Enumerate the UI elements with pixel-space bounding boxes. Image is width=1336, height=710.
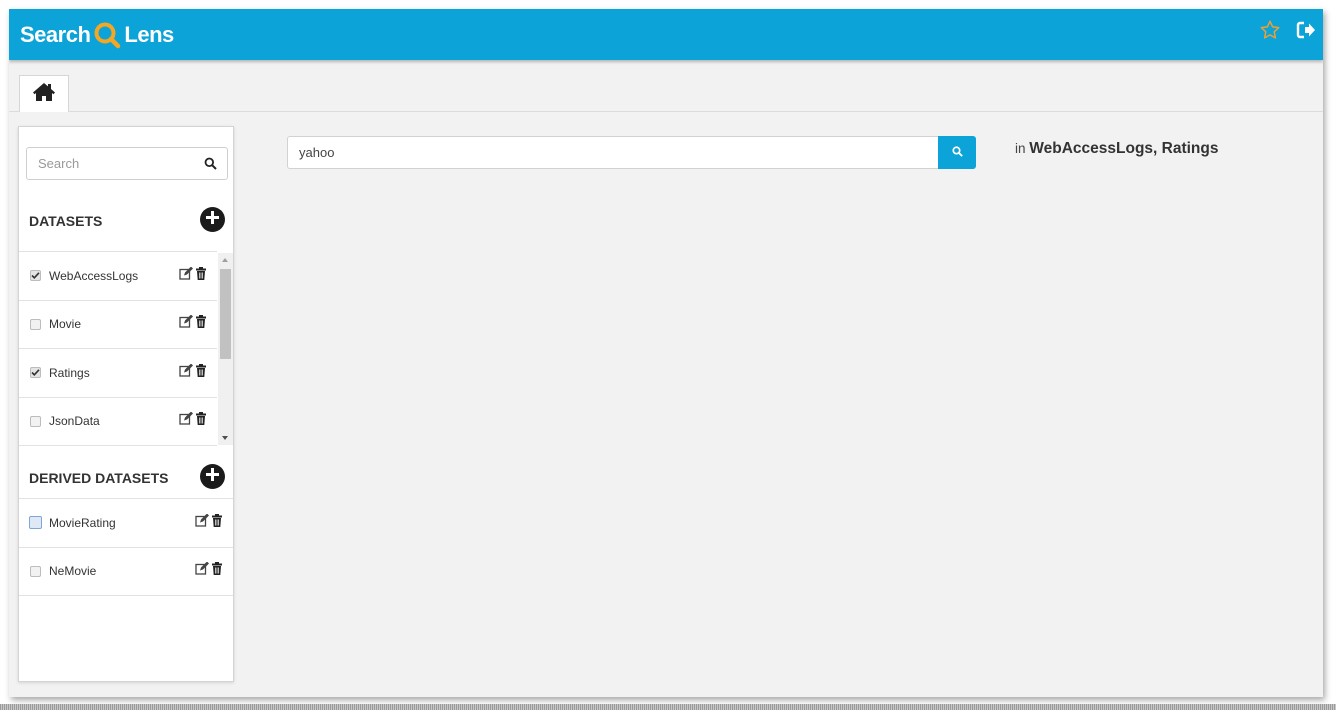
main-search-input[interactable] — [287, 136, 938, 169]
trash-icon[interactable] — [195, 266, 207, 285]
main-search-bar — [287, 136, 977, 169]
trash-icon[interactable] — [195, 363, 207, 382]
brand-text-lens: Lens — [124, 22, 174, 47]
dataset-checkbox[interactable] — [30, 270, 41, 282]
home-icon — [32, 82, 56, 107]
search-scope-datasets: WebAccessLogs, Ratings — [1029, 140, 1219, 157]
edit-icon[interactable] — [179, 411, 193, 430]
sidebar-search-input[interactable] — [27, 148, 197, 179]
sidebar-search — [26, 147, 228, 180]
list-item-dataset[interactable]: JsonData — [19, 398, 217, 446]
search-icon — [951, 144, 963, 162]
edit-icon[interactable] — [179, 363, 193, 382]
dataset-label: JsonData — [49, 414, 100, 429]
derived-dataset-actions — [195, 513, 223, 532]
scroll-up-arrow-icon[interactable] — [222, 258, 228, 262]
derived-dataset-checkbox[interactable] — [29, 516, 42, 530]
plus-icon — [206, 210, 219, 229]
dataset-actions — [179, 266, 207, 285]
derived-datasets-title: DERIVED DATASETS — [29, 470, 169, 486]
search-icon[interactable] — [204, 157, 217, 175]
edit-icon[interactable] — [179, 266, 193, 285]
trash-icon[interactable] — [195, 412, 207, 430]
dataset-checkbox[interactable] — [30, 318, 41, 330]
edit-icon[interactable] — [195, 513, 209, 532]
trash-icon[interactable] — [211, 513, 223, 532]
dataset-checkbox[interactable] — [30, 367, 41, 379]
derived-dataset-checkbox[interactable] — [30, 565, 41, 577]
derived-datasets-list: MovieRating NeMovie — [19, 498, 233, 596]
search-submit-button[interactable] — [938, 136, 976, 169]
list-item-derived-dataset[interactable]: MovieRating — [19, 499, 233, 548]
datasets-header: DATASETS — [19, 204, 233, 238]
dataset-actions — [179, 314, 207, 333]
logout-icon[interactable] — [1295, 19, 1317, 41]
trash-icon[interactable] — [211, 562, 223, 580]
list-item-dataset[interactable]: Movie — [19, 301, 217, 349]
app-window: Search Lens Search DATASETS WebAccessLog… — [9, 9, 1323, 697]
add-dataset-button[interactable] — [200, 207, 225, 232]
search-scope: in WebAccessLogs, Ratings — [1015, 140, 1219, 158]
derived-datasets-header: DERIVED DATASETS — [19, 461, 233, 495]
derived-dataset-label: MovieRating — [49, 515, 116, 530]
header-actions — [1259, 19, 1317, 41]
brand-logo[interactable]: Search Lens — [20, 21, 174, 49]
dataset-label: WebAccessLogs — [49, 268, 139, 283]
datasets-scrollbar[interactable] — [218, 253, 233, 445]
derived-dataset-label: NeMovie — [49, 564, 97, 579]
scrollbar-thumb[interactable] — [220, 269, 231, 359]
datasets-title: DATASETS — [29, 213, 103, 229]
dataset-actions — [179, 411, 207, 430]
trash-icon[interactable] — [195, 315, 207, 333]
tab-home[interactable] — [19, 75, 69, 112]
list-item-derived-dataset[interactable]: NeMovie — [19, 548, 233, 596]
top-bar: Search Lens — [9, 9, 1323, 60]
sidebar: DATASETS WebAccessLogs — [18, 126, 234, 682]
brand-text-search: Search — [20, 22, 91, 47]
add-derived-dataset-button[interactable] — [200, 464, 225, 489]
dataset-actions — [179, 363, 207, 382]
bottom-edge — [0, 704, 1336, 710]
scroll-down-arrow-icon[interactable] — [222, 436, 228, 440]
dataset-checkbox[interactable] — [30, 415, 41, 427]
dataset-label: Ratings — [49, 365, 90, 380]
datasets-list: WebAccessLogs Movie Ratings JsonData — [19, 251, 217, 446]
derived-dataset-actions — [195, 561, 223, 580]
edit-icon[interactable] — [179, 314, 193, 333]
star-icon[interactable] — [1259, 19, 1281, 41]
tab-strip — [9, 60, 1323, 112]
list-item-dataset[interactable]: WebAccessLogs — [19, 252, 217, 301]
search-scope-prefix: in — [1015, 141, 1026, 156]
list-item-dataset[interactable]: Ratings — [19, 349, 217, 398]
plus-icon — [206, 467, 219, 486]
dataset-label: Movie — [49, 317, 82, 332]
edit-icon[interactable] — [195, 561, 209, 580]
magnifier-q-icon — [93, 21, 121, 49]
